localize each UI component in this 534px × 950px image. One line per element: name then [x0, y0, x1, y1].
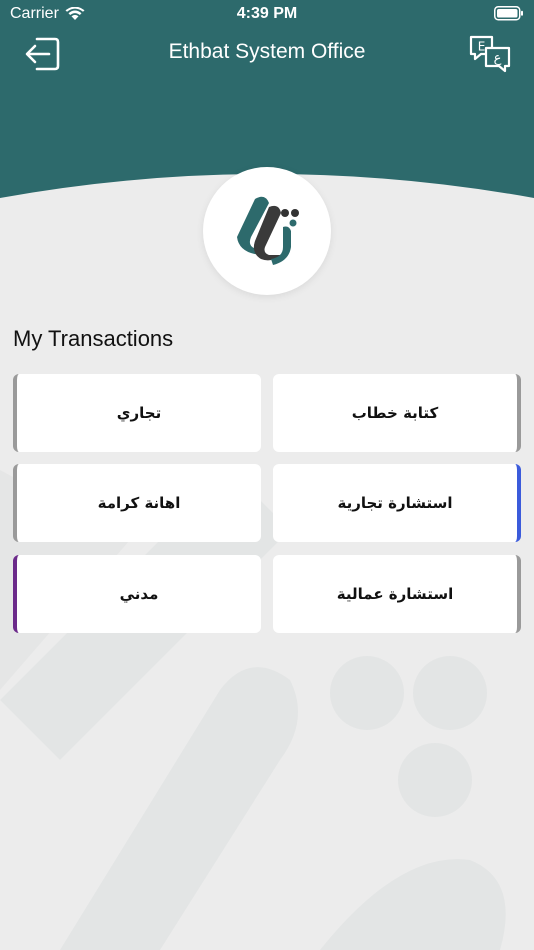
page-title: Ethbat System Office — [168, 40, 366, 63]
app-logo-icon — [237, 196, 299, 265]
battery-icon — [494, 6, 523, 21]
section-title: My Transactions — [13, 326, 174, 351]
svg-text:E: E — [478, 40, 486, 54]
transaction-label: مدني — [119, 585, 159, 603]
transaction-card[interactable]: استشارة عمالية — [273, 555, 521, 633]
transaction-label: كتابة خطاب — [351, 404, 439, 422]
transaction-card[interactable]: تجاري — [13, 374, 261, 452]
transaction-card[interactable]: كتابة خطاب — [273, 374, 521, 452]
transaction-card[interactable]: اهانة كرامة — [13, 464, 261, 542]
transaction-card[interactable]: مدني — [13, 555, 261, 633]
transaction-label: اهانة كرامة — [97, 494, 181, 512]
navigation-bar: Ethbat System Office E ع — [0, 28, 534, 80]
app-logo — [203, 167, 331, 295]
transaction-label: تجاري — [116, 404, 162, 422]
transaction-card[interactable]: استشارة تجارية — [273, 464, 521, 542]
transaction-label: استشارة عمالية — [336, 585, 454, 603]
svg-text:ع: ع — [494, 51, 502, 66]
transaction-label: استشارة تجارية — [337, 494, 453, 512]
status-bar: Carrier 4:39 PM — [0, 0, 534, 28]
clock: 4:39 PM — [236, 5, 298, 22]
language-toggle-button[interactable]: E ع — [468, 34, 512, 74]
language-toggle-icon: E ع — [469, 35, 511, 73]
